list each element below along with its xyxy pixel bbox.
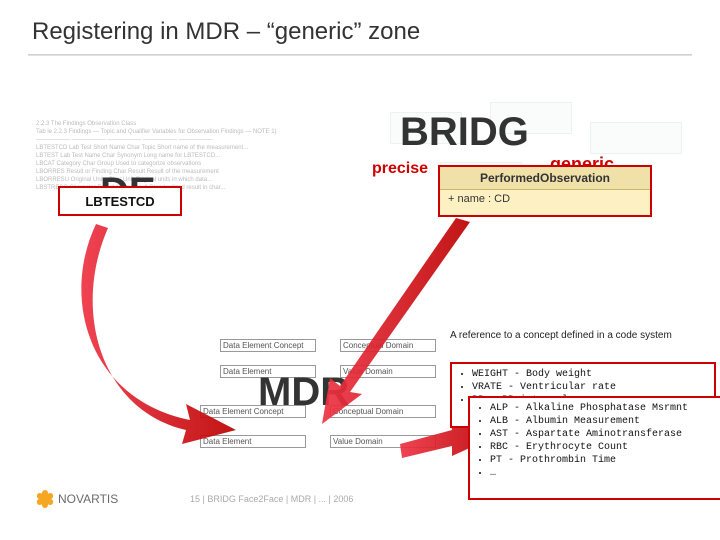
code-item: ALP - Alkaline Phosphatase Msrmnt	[490, 402, 720, 415]
slide: { "title": "Registering in MDR – \u201cg…	[0, 0, 720, 540]
mdr-box: Value Domain	[330, 435, 436, 448]
reference-text: A reference to a concept defined in a co…	[450, 330, 700, 341]
de-lbtestcd-box: LBTESTCD	[58, 186, 182, 216]
mdr-box: Data Element Concept	[220, 339, 316, 352]
bridg-box-body: + name : CD	[440, 190, 650, 208]
codelist-2: ALP - Alkaline Phosphatase Msrmnt ALB - …	[468, 396, 720, 500]
brand-text: NOVARTIS	[58, 492, 118, 506]
bridg-class-box: PerformedObservation + name : CD	[438, 165, 652, 217]
de-block: DE LBTESTCD	[60, 130, 300, 270]
code-item: ALB - Albumin Measurement	[490, 415, 720, 428]
precise-label: precise	[372, 160, 428, 178]
mdr-label: MDR	[258, 370, 349, 415]
mdr-box: Conceptual Domain	[340, 339, 436, 352]
novartis-logo: NOVARTIS	[36, 490, 118, 508]
footer-meta: 15 | BRIDG Face2Face | MDR | ... | 2006	[190, 494, 353, 504]
code-item: VRATE - Ventricular rate	[472, 381, 708, 394]
title-rule	[28, 54, 692, 56]
code-item: PT - Prothrombin Time	[490, 454, 720, 467]
slide-title: Registering in MDR – “generic” zone	[32, 18, 420, 46]
code-item: …	[490, 467, 720, 480]
code-item: RBC - Erythrocyte Count	[490, 441, 720, 454]
bridg-label: BRIDG	[400, 110, 529, 155]
mdr-box: Value Domain	[340, 365, 436, 378]
code-item: AST - Aspartate Aminotransferase	[490, 428, 720, 441]
bridg-box-header: PerformedObservation	[440, 167, 650, 190]
mdr-box: Data Element	[200, 435, 306, 448]
novartis-icon	[36, 490, 54, 508]
code-item: WEIGHT - Body weight	[472, 368, 708, 381]
